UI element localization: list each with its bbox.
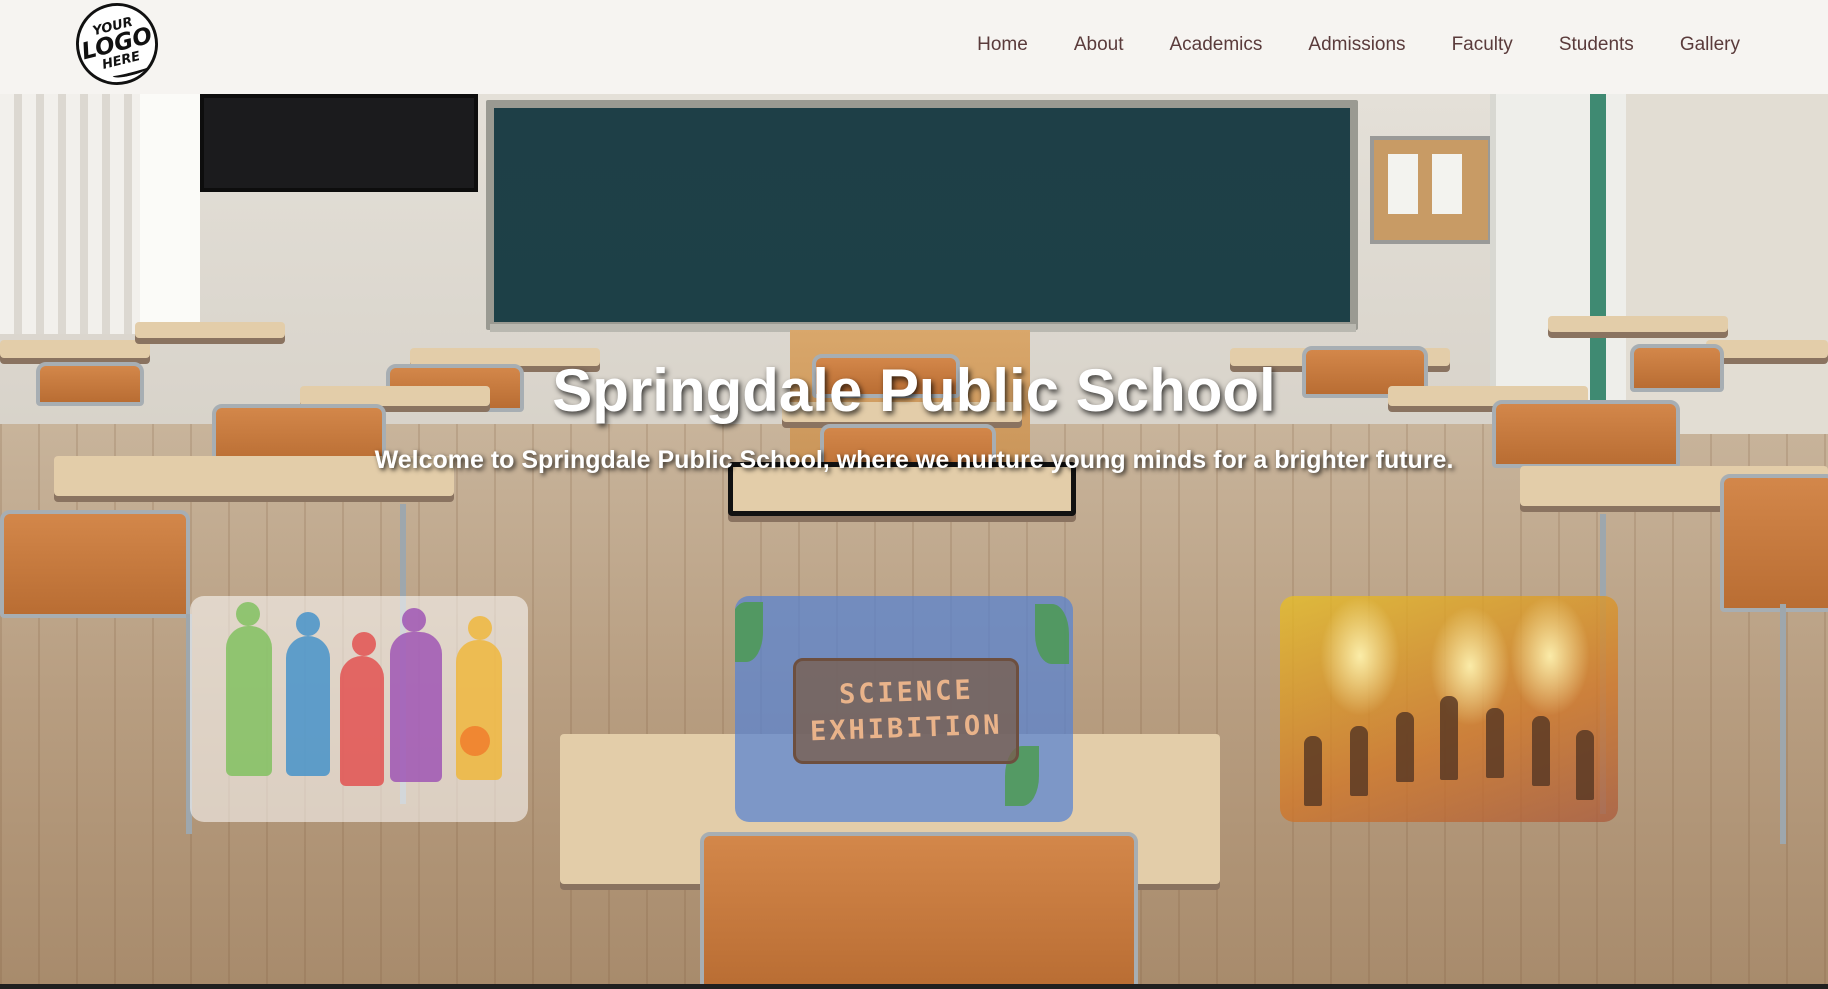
nav-link-gallery[interactable]: Gallery <box>1680 34 1740 56</box>
dancer-image <box>1576 730 1594 800</box>
desk-leg-image <box>1780 604 1786 844</box>
leaf-image <box>735 602 763 662</box>
chair-image <box>1720 474 1828 612</box>
dancer-image <box>1396 712 1414 782</box>
notice-board-image <box>1370 136 1492 244</box>
science-exhibition-sign: SCIENCE EXHIBITION <box>793 658 1019 764</box>
hero-title: Springdale Public School <box>552 357 1276 424</box>
nav-menu: Home About Academics Admissions Faculty … <box>931 0 1740 90</box>
tv-image <box>200 94 478 192</box>
chair-image <box>0 510 190 618</box>
sports-figure-image <box>296 612 320 636</box>
notice-paper-image <box>1388 154 1418 214</box>
dancer-image <box>1304 736 1322 806</box>
dancer-image <box>1532 716 1550 786</box>
sports-figure-image <box>390 632 442 782</box>
nav-link-about[interactable]: About <box>1074 34 1124 56</box>
desk-image <box>135 322 285 338</box>
exhibition-sign-text: EXHIBITION <box>809 709 1003 748</box>
sports-figure-image <box>226 626 272 776</box>
stage-light-image <box>1320 596 1400 716</box>
logo[interactable]: YOUR LOGO HERE <box>67 0 167 94</box>
sports-figure-image <box>468 616 492 640</box>
gallery-card-sports[interactable] <box>190 596 528 822</box>
nav-link-faculty[interactable]: Faculty <box>1452 34 1513 56</box>
sports-figure-image <box>456 640 502 780</box>
notice-paper-image <box>1432 154 1462 214</box>
sports-figure-image <box>286 636 330 776</box>
sports-figure-image <box>340 656 384 786</box>
sports-figure-image <box>236 602 260 626</box>
navbar: YOUR LOGO HERE Home About Academics Admi… <box>0 0 1828 94</box>
leaf-image <box>1035 604 1069 664</box>
bottom-edge <box>0 984 1828 989</box>
window-image <box>140 94 200 324</box>
nav-link-admissions[interactable]: Admissions <box>1308 34 1405 56</box>
dancer-image <box>1486 708 1504 778</box>
gallery-card-science[interactable]: SCIENCE EXHIBITION <box>735 596 1073 822</box>
hero-section: Springdale Public School Welcome to Spri… <box>0 94 1828 984</box>
sports-figure-image <box>352 632 376 656</box>
dancer-image <box>1440 696 1458 780</box>
chair-image <box>700 832 1138 984</box>
desk-image <box>1548 316 1728 332</box>
dancer-image <box>1350 726 1368 796</box>
page: YOUR LOGO HERE Home About Academics Admi… <box>0 0 1828 989</box>
hero-subtitle: Welcome to Springdale Public School, whe… <box>374 446 1454 474</box>
sports-figure-image <box>402 608 426 632</box>
basketball-icon <box>460 726 490 756</box>
nav-link-home[interactable]: Home <box>977 34 1028 56</box>
chalkboard-image <box>494 108 1350 322</box>
gallery-card-dance[interactable] <box>1280 596 1618 822</box>
nav-link-academics[interactable]: Academics <box>1169 34 1262 56</box>
stage-light-image <box>1510 596 1590 716</box>
nav-link-students[interactable]: Students <box>1559 34 1634 56</box>
science-sign-text: SCIENCE <box>838 674 974 711</box>
